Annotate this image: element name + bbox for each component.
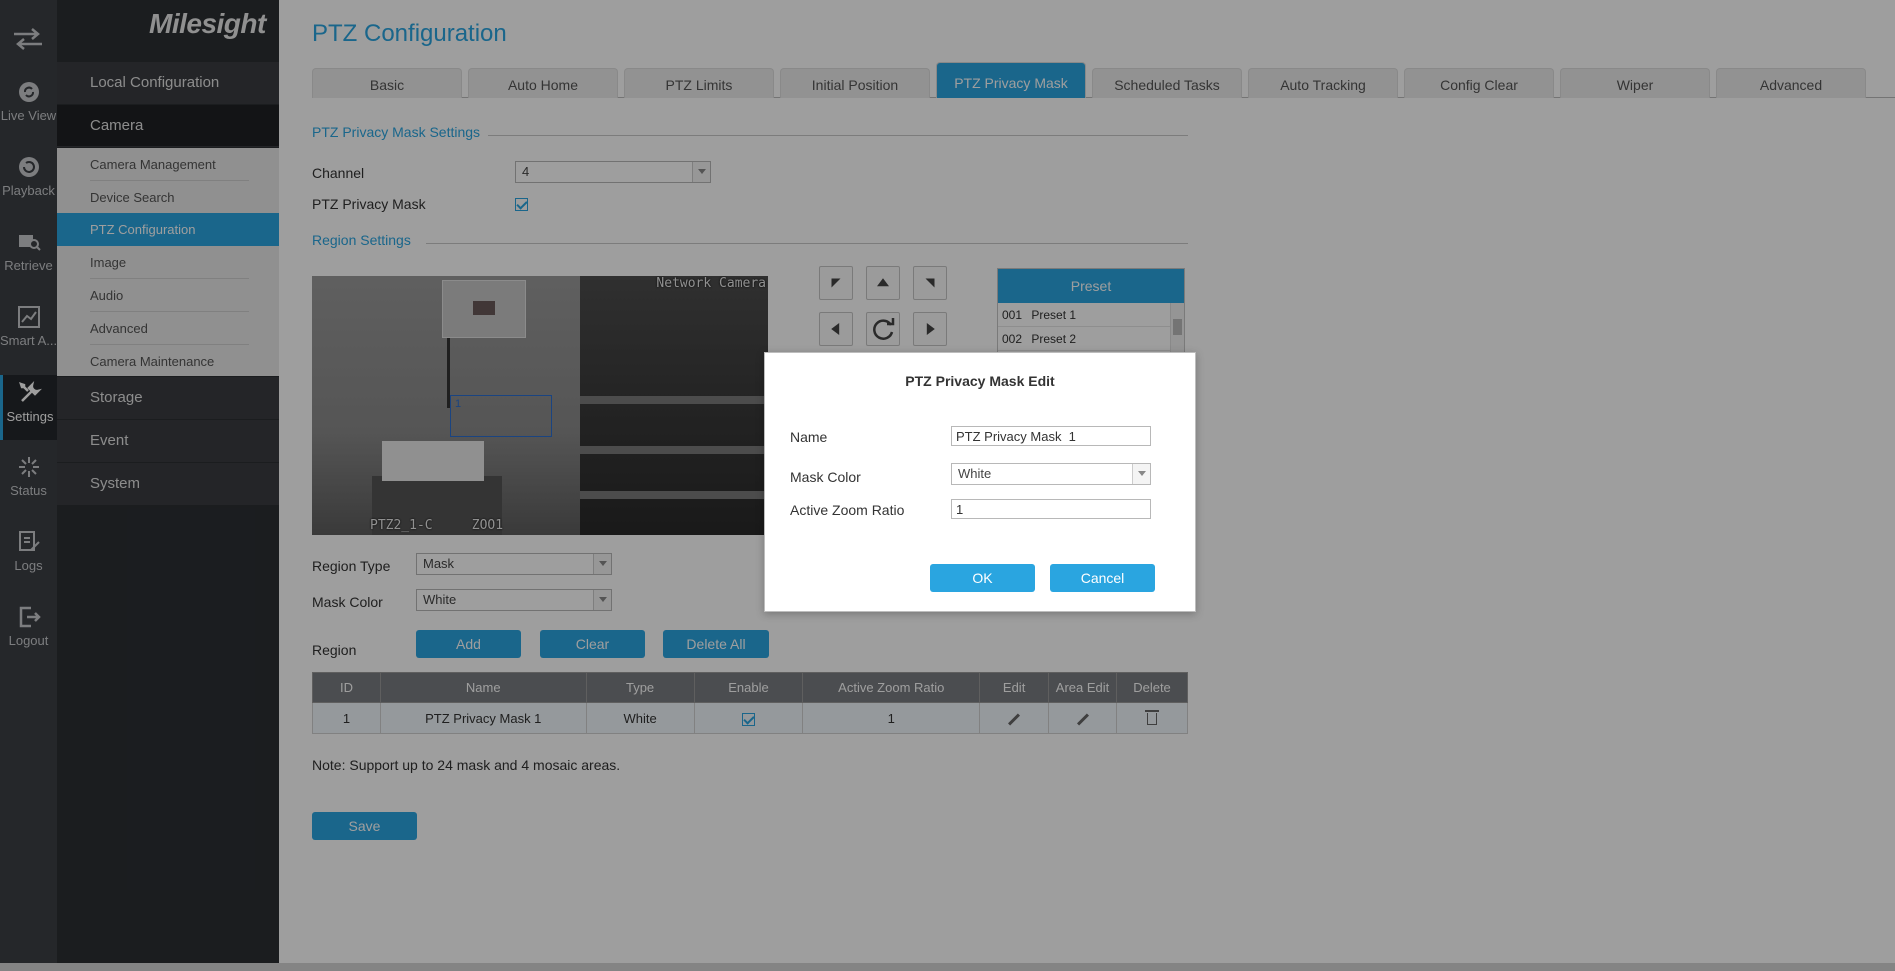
dialog-zoom-label: Active Zoom Ratio — [790, 502, 905, 518]
chevron-down-icon — [1132, 464, 1150, 484]
dialog-name-label: Name — [790, 429, 828, 445]
dialog-ok-button[interactable]: OK — [930, 564, 1035, 592]
dialog-zoom-input[interactable] — [951, 499, 1151, 519]
dialog-name-input[interactable] — [951, 426, 1151, 446]
dialog-title: PTZ Privacy Mask Edit — [905, 373, 1055, 389]
dialog-mask-color-value: White — [958, 466, 992, 481]
dialog-cancel-button[interactable]: Cancel — [1050, 564, 1155, 592]
dialog-mask-color-select[interactable]: White — [951, 463, 1151, 485]
ptz-privacy-mask-edit-dialog: PTZ Privacy Mask Edit Name Mask Color Wh… — [764, 352, 1196, 612]
dialog-mask-color-label: Mask Color — [790, 469, 861, 485]
